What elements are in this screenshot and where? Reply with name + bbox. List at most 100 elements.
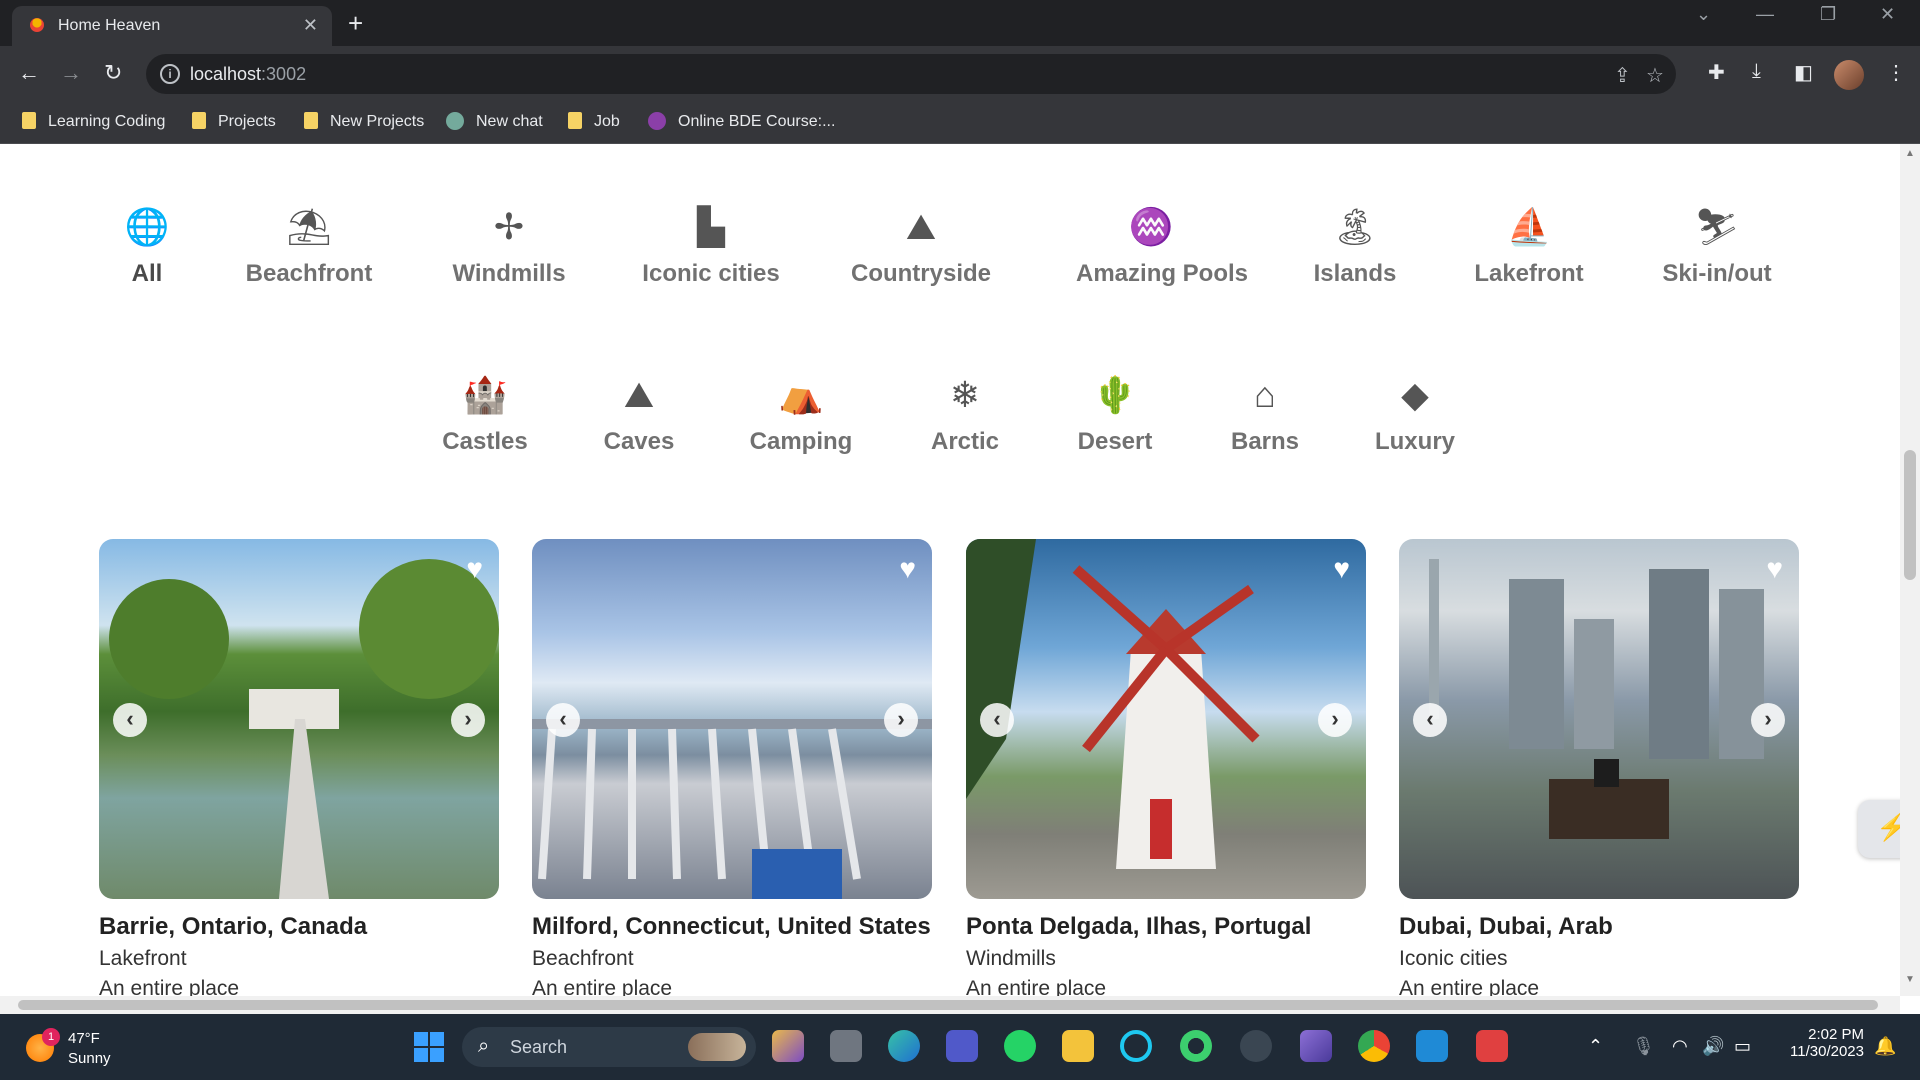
notifications-bell-icon[interactable]: 🔔 bbox=[1874, 1036, 1896, 1057]
microphone-icon[interactable]: 🎙 bbox=[1632, 1036, 1655, 1057]
teams-icon[interactable] bbox=[946, 1030, 978, 1062]
minimize-icon[interactable]: — bbox=[1756, 4, 1774, 25]
favorite-heart-icon[interactable]: ♥ bbox=[466, 555, 483, 583]
bookmarks-bar: Learning Coding Projects New Projects Ne… bbox=[0, 102, 1920, 144]
reload-icon[interactable]: ↻ bbox=[104, 60, 122, 86]
restore-icon[interactable]: ❐ bbox=[1820, 4, 1836, 25]
listing-photo[interactable]: ♥ ‹ › bbox=[99, 539, 499, 899]
listing-photo[interactable]: ♥ ‹ › bbox=[966, 539, 1366, 899]
next-photo-chevron-icon[interactable]: › bbox=[451, 703, 485, 737]
vertical-scroll-thumb[interactable] bbox=[1904, 450, 1916, 580]
horizontal-scrollbar[interactable] bbox=[0, 996, 1900, 1014]
bookmark-online-bde-course[interactable]: Online BDE Course:... bbox=[648, 112, 835, 131]
profile-avatar[interactable] bbox=[1834, 60, 1864, 90]
listing-card[interactable]: ♥ ‹ › Ponta Delgada, Ilhas, Portugal Win… bbox=[966, 539, 1366, 996]
category-windmills[interactable]: ✢ Windmills bbox=[434, 204, 584, 288]
whatsapp-icon[interactable] bbox=[1004, 1030, 1036, 1062]
file-explorer-icon[interactable] bbox=[1062, 1030, 1094, 1062]
url-host: localhost bbox=[190, 64, 262, 84]
bookmark-new-projects[interactable]: New Projects bbox=[304, 112, 424, 131]
bookmark-projects[interactable]: Projects bbox=[192, 112, 276, 131]
category-amazing-pools[interactable]: ♒ Amazing Pools bbox=[1076, 204, 1248, 288]
category-lakefront[interactable]: ⛵ Lakefront bbox=[1454, 204, 1604, 288]
listing-card[interactable]: ♥ ‹ › Milford, Connecticut, United State… bbox=[532, 539, 932, 996]
next-photo-chevron-icon[interactable]: › bbox=[1318, 703, 1352, 737]
volume-icon[interactable]: 🔊 bbox=[1702, 1036, 1724, 1057]
category-beachfront[interactable]: ⛱ Beachfront bbox=[234, 204, 384, 288]
bookmark-job[interactable]: Job bbox=[568, 112, 620, 131]
new-tab-icon[interactable]: + bbox=[348, 8, 363, 39]
category-iconic-cities[interactable]: ▙ Iconic cities bbox=[636, 204, 786, 288]
listing-card[interactable]: ♥ ‹ › Dubai, Dubai, Arab Iconic cities A… bbox=[1399, 539, 1799, 996]
bookmark-star-icon[interactable]: ☆ bbox=[1646, 63, 1664, 88]
taskbar-search[interactable]: ⌕ Search bbox=[462, 1027, 756, 1067]
bookmark-learning-coding[interactable]: Learning Coding bbox=[22, 112, 165, 131]
wifi-icon[interactable]: ◠ bbox=[1672, 1036, 1688, 1057]
task-view-icon[interactable] bbox=[830, 1030, 862, 1062]
favorite-heart-icon[interactable]: ♥ bbox=[899, 555, 916, 583]
category-all[interactable]: 🌐 All bbox=[72, 204, 222, 288]
cortana-icon[interactable] bbox=[1120, 1030, 1152, 1062]
prev-photo-chevron-icon[interactable]: ‹ bbox=[113, 703, 147, 737]
tracker-app-icon[interactable] bbox=[1180, 1030, 1212, 1062]
listing-place-type: An entire place bbox=[966, 977, 1107, 996]
anydesk-icon[interactable] bbox=[1476, 1030, 1508, 1062]
next-photo-chevron-icon[interactable]: › bbox=[1751, 703, 1785, 737]
bookmark-label: New Projects bbox=[330, 113, 425, 130]
download-icon[interactable]: ⤓ bbox=[1752, 60, 1761, 83]
favorite-heart-icon[interactable]: ♥ bbox=[1333, 555, 1350, 583]
chrome-icon[interactable] bbox=[1358, 1030, 1390, 1062]
category-caves[interactable]: ⛰ Caves bbox=[564, 372, 714, 456]
horizontal-scroll-thumb[interactable] bbox=[18, 1000, 1878, 1010]
prev-photo-chevron-icon[interactable]: ‹ bbox=[980, 703, 1014, 737]
listing-photo[interactable]: ♥ ‹ › bbox=[1399, 539, 1799, 899]
category-luxury[interactable]: ◆ Luxury bbox=[1340, 372, 1490, 456]
clipchamp-icon[interactable] bbox=[1300, 1030, 1332, 1062]
next-photo-chevron-icon[interactable]: › bbox=[884, 703, 918, 737]
folder-icon bbox=[568, 112, 582, 129]
category-castles[interactable]: 🏰 Castles bbox=[410, 372, 560, 456]
windows-start-icon[interactable] bbox=[414, 1032, 444, 1062]
share-icon[interactable]: ⇪ bbox=[1614, 63, 1631, 88]
menu-kebab-icon[interactable]: ⋮ bbox=[1886, 60, 1906, 85]
prev-photo-chevron-icon[interactable]: ‹ bbox=[546, 703, 580, 737]
category-label: Arctic bbox=[930, 428, 1000, 455]
category-countryside[interactable]: ⛰ Countryside bbox=[846, 204, 996, 288]
browser-tab[interactable]: Home Heaven ✕ bbox=[12, 6, 332, 46]
address-bar[interactable]: i localhost:3002 ⇪ ☆ bbox=[146, 54, 1676, 94]
folder-icon bbox=[22, 112, 36, 129]
app-icon-pre[interactable] bbox=[772, 1030, 804, 1062]
fishing-icon: ⛵ bbox=[1506, 206, 1552, 247]
tab-search-chevron-icon[interactable]: ⌄ bbox=[1696, 4, 1711, 25]
battery-icon[interactable]: ▭ bbox=[1734, 1036, 1751, 1057]
category-islands[interactable]: 🏝 Islands bbox=[1280, 204, 1430, 288]
category-barns[interactable]: ⌂ Barns bbox=[1190, 372, 1340, 456]
vertical-scrollbar[interactable]: ▲ ▼ bbox=[1900, 144, 1920, 996]
close-window-icon[interactable]: ✕ bbox=[1880, 4, 1895, 25]
category-desert[interactable]: 🌵 Desert bbox=[1040, 372, 1190, 456]
show-hidden-icons-chevron-icon[interactable]: ⌃ bbox=[1588, 1036, 1603, 1057]
scroll-down-arrow-icon[interactable]: ▼ bbox=[1905, 974, 1915, 985]
vscode-icon[interactable] bbox=[1416, 1030, 1448, 1062]
category-ski-in-out[interactable]: ⛷ Ski-in/out bbox=[1642, 204, 1792, 288]
bookmark-new-chat[interactable]: New chat bbox=[446, 112, 543, 131]
side-panel-icon[interactable]: ◧ bbox=[1794, 60, 1813, 85]
scroll-up-arrow-icon[interactable]: ▲ bbox=[1905, 148, 1915, 159]
site-info-icon[interactable]: i bbox=[160, 64, 180, 84]
edge-browser-icon[interactable] bbox=[888, 1030, 920, 1062]
close-tab-icon[interactable]: ✕ bbox=[303, 15, 318, 36]
extensions-puzzle-icon[interactable]: ✚ bbox=[1708, 60, 1725, 85]
listing-photo[interactable]: ♥ ‹ › bbox=[532, 539, 932, 899]
listing-category: Lakefront bbox=[99, 947, 187, 970]
folder-icon bbox=[192, 112, 206, 129]
obs-icon[interactable] bbox=[1240, 1030, 1272, 1062]
cactus-icon: 🌵 bbox=[1092, 374, 1138, 415]
forward-arrow-icon[interactable]: → bbox=[60, 60, 82, 86]
category-arctic[interactable]: ❄ Arctic bbox=[890, 372, 1040, 456]
system-clock[interactable]: 2:02 PM 11/30/2023 bbox=[1760, 1026, 1864, 1060]
category-camping[interactable]: ⛺ Camping bbox=[726, 372, 876, 456]
back-arrow-icon[interactable]: ← bbox=[18, 60, 40, 86]
listing-card[interactable]: ♥ ‹ › Barrie, Ontario, Canada Lakefront … bbox=[99, 539, 499, 996]
favorite-heart-icon[interactable]: ♥ bbox=[1766, 555, 1783, 583]
prev-photo-chevron-icon[interactable]: ‹ bbox=[1413, 703, 1447, 737]
